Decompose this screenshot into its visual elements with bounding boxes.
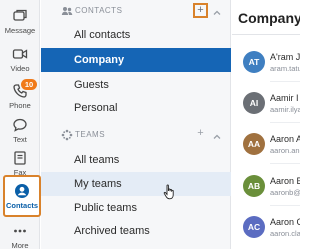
contact-name: Aaron B [270, 176, 300, 186]
contacts-list-pane: Company AT A'ram J aram.tatu AI Aamir I … [232, 0, 300, 249]
teams-section-header: TEAMS + [41, 126, 231, 144]
rail-item-contacts[interactable]: Contacts [3, 175, 41, 217]
divider [270, 205, 300, 206]
nav-item-guests[interactable]: Guests [41, 73, 231, 97]
nav-item-archived-teams[interactable]: Archived teams [41, 219, 231, 243]
rail-label: Phone [9, 101, 31, 110]
divider [270, 122, 300, 123]
rail-label: More [11, 241, 29, 249]
contact-row[interactable]: AB Aaron B aaronb@ [232, 166, 300, 206]
chevron-up-icon[interactable] [212, 5, 222, 15]
contact-email: aaron.cla [270, 229, 300, 238]
teams-section-title: TEAMS [75, 130, 106, 139]
hand-cursor-icon [163, 184, 177, 200]
contacts-icon [13, 182, 31, 200]
contact-email: aaronb@ [270, 188, 300, 197]
contact-row[interactable]: AA Aaron A aaron.and [232, 124, 300, 164]
nav-item-all-teams[interactable]: All teams [41, 148, 231, 172]
rail-item-fax[interactable]: Fax [0, 149, 40, 177]
app-rail: Message Video 10 Phone Text Fax Contacts [0, 0, 41, 249]
contact-row[interactable]: AT A'ram J aram.tatu [232, 42, 300, 82]
contact-row[interactable]: AI Aamir I aamir.ilya [232, 83, 300, 123]
nav-item-company[interactable]: Company [41, 48, 231, 72]
contact-email: aram.tatu [270, 64, 300, 73]
contacts-nav-panel: CONTACTS + All contacts Company Guests P… [41, 0, 231, 249]
divider [232, 34, 300, 35]
more-icon [11, 222, 29, 240]
contact-name: Aaron C [270, 217, 300, 227]
contact-name: Aamir I [270, 93, 299, 103]
chevron-up-icon[interactable] [212, 129, 222, 139]
nav-item-personal[interactable]: Personal [41, 96, 231, 120]
avatar: AA [243, 133, 265, 155]
divider [270, 163, 300, 164]
page-title: Company [238, 10, 300, 26]
nav-item-public-teams[interactable]: Public teams [41, 196, 231, 220]
contact-email: aamir.ilya [270, 105, 300, 114]
text-icon [11, 116, 29, 134]
message-icon [11, 7, 29, 25]
avatar: AT [243, 51, 265, 73]
rail-item-phone[interactable]: 10 Phone [0, 79, 40, 110]
rail-label: Contacts [5, 201, 39, 210]
video-icon [11, 45, 29, 63]
divider [270, 81, 300, 82]
rail-item-video[interactable]: Video [0, 45, 40, 73]
add-team-button[interactable]: + [194, 128, 207, 141]
teams-icon [61, 129, 73, 141]
rail-item-more[interactable]: More [0, 222, 40, 249]
contact-name: A'ram J [270, 52, 300, 62]
rail-label: Text [13, 135, 27, 144]
rail-item-message[interactable]: Message [0, 7, 40, 35]
avatar: AB [243, 175, 265, 197]
avatar: AI [243, 92, 265, 114]
rail-label: Video [10, 64, 30, 73]
phone-badge: 10 [21, 79, 37, 90]
nav-item-my-teams[interactable]: My teams [41, 172, 231, 196]
add-contact-button[interactable]: + [193, 3, 208, 18]
contacts-group-icon [61, 5, 73, 17]
avatar: AC [243, 216, 265, 238]
contact-email: aaron.and [270, 146, 300, 155]
fax-icon [11, 149, 29, 167]
contacts-section-title: CONTACTS [75, 6, 123, 15]
contact-row[interactable]: AC Aaron C aaron.cla [232, 207, 300, 247]
rail-item-text[interactable]: Text [0, 116, 40, 144]
nav-item-all-contacts[interactable]: All contacts [41, 23, 231, 47]
contacts-section-header: CONTACTS + [41, 2, 231, 20]
rail-label: Message [4, 26, 36, 35]
contact-name: Aaron A [270, 134, 300, 144]
